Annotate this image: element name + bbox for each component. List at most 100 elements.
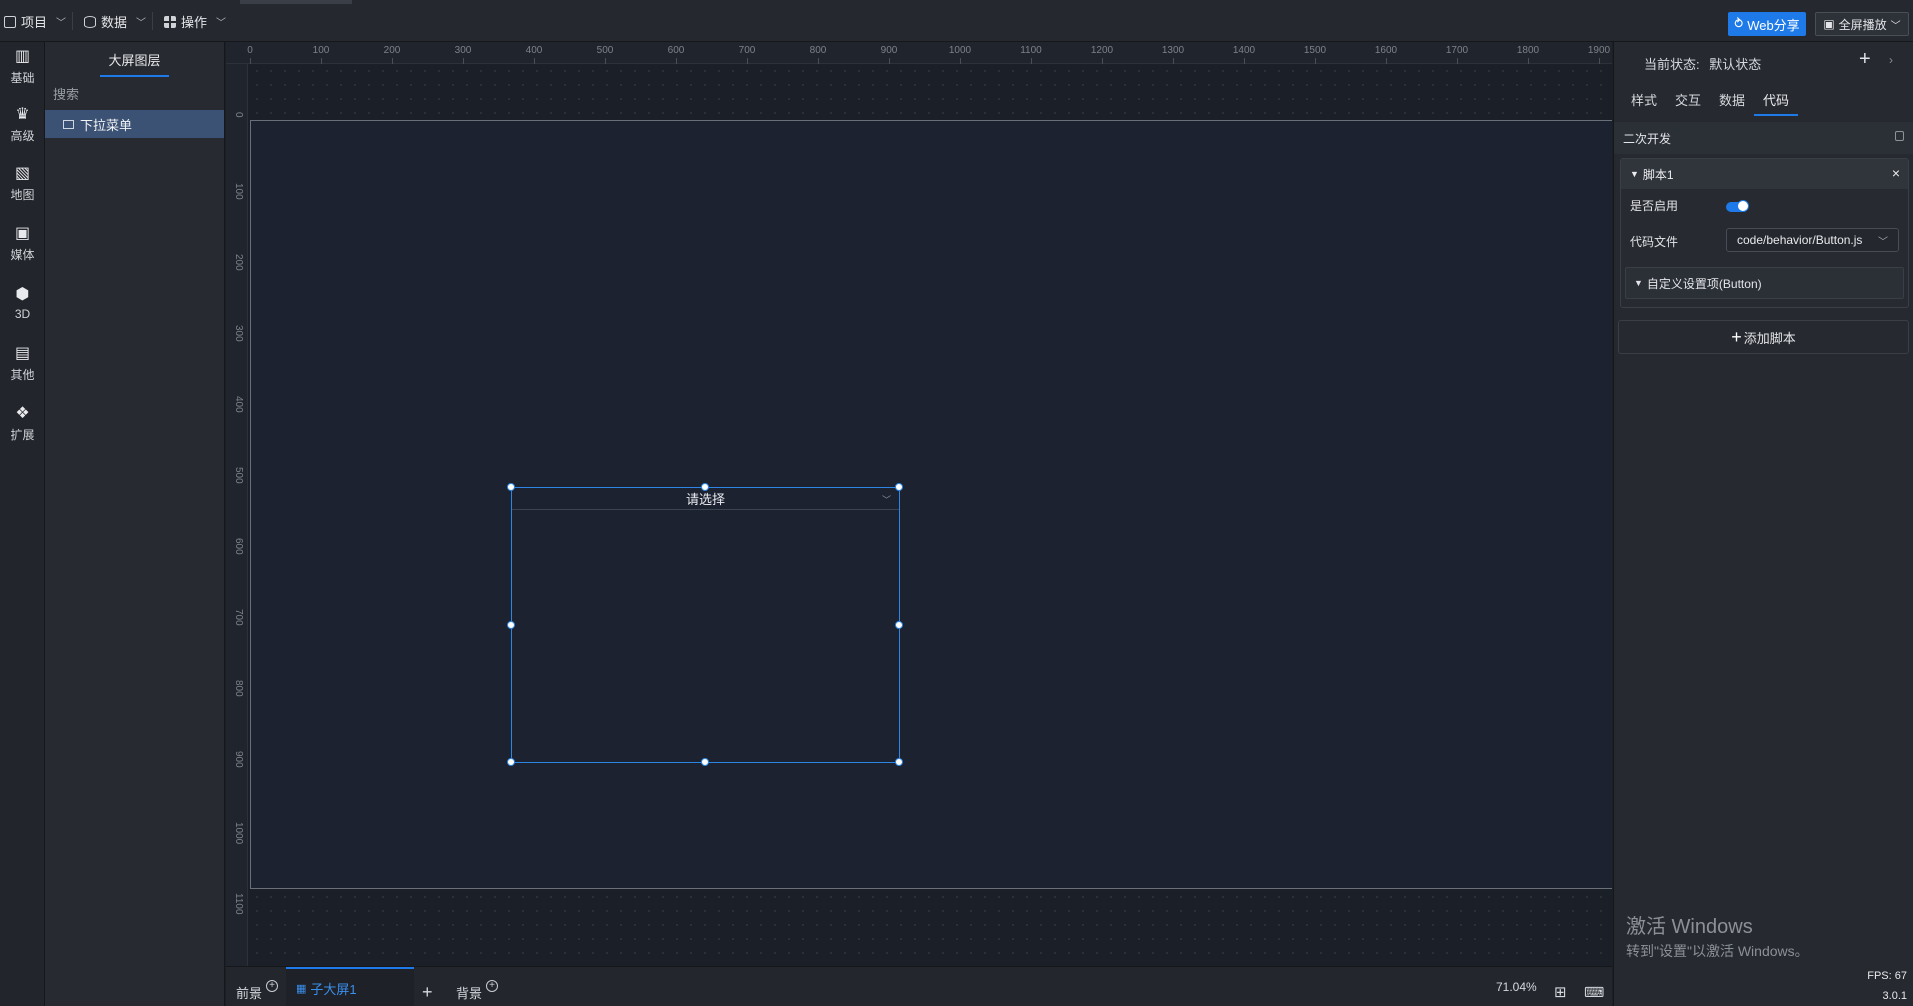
toggle-knob <box>1737 200 1749 212</box>
component-sidebar: ▥ 基础 ♛ 高级 ▧ 地图 ▣ 媒体 ⬢ 3D ▤ 其他 ❖ 扩展 <box>0 42 45 1006</box>
sidebar-item-other[interactable]: ▤ 其他 <box>0 339 45 389</box>
ruler-tick-label: 900 <box>233 751 244 768</box>
tab-background[interactable]: 背景 + <box>456 977 499 1006</box>
ruler-tick-label: 900 <box>880 45 898 56</box>
sidebar-item-label: 扩展 <box>10 428 35 442</box>
lock-icon[interactable] <box>1895 131 1904 141</box>
resize-handle-top-right[interactable] <box>895 483 903 491</box>
keyboard-button[interactable]: ⌨ <box>1584 977 1604 1006</box>
ruler-tick <box>1031 58 1032 64</box>
selected-dropdown-component[interactable]: 请选择 ﹀ <box>507 483 903 766</box>
crown-icon: ♛ <box>15 106 30 123</box>
current-state[interactable]: 当前状态: 默认状态 <box>1644 54 1761 73</box>
tab-code[interactable]: 代码 <box>1754 86 1799 116</box>
sidebar-item-extension[interactable]: ❖ 扩展 <box>0 399 45 449</box>
scene-tabs-bar: 前景 + ▦ 子大屏1 + 背景 + 71.04% ⊞ ⌨ <box>226 966 1612 1006</box>
resize-handle-top[interactable] <box>701 483 709 491</box>
media-icon: ▣ <box>14 225 31 242</box>
code-file-select[interactable]: code/behavior/Button.js ﹀ <box>1726 228 1899 252</box>
ruler-tick <box>960 58 961 64</box>
chevron-right-icon[interactable]: › <box>1889 53 1893 67</box>
sidebar-item-map[interactable]: ▧ 地图 <box>0 159 45 209</box>
ruler-tick-label: 1800 <box>1516 45 1540 56</box>
sidebar-item-advanced[interactable]: ♛ 高级 <box>0 100 45 150</box>
add-script-label: 添加脚本 <box>1743 330 1796 346</box>
ruler-tick <box>818 58 819 64</box>
vertical-ruler[interactable]: 0 100 200 300 400 500 600 700 800 900 1000 1100 <box>226 64 248 966</box>
resize-handle-top-left[interactable] <box>507 483 515 491</box>
tab-sub-screen[interactable]: ▦ 子大屏1 <box>286 967 414 1006</box>
tab-data[interactable]: 数据 <box>1710 86 1754 116</box>
activation-title: 激活 Windows <box>1626 916 1753 938</box>
add-script-button[interactable]: + 添加脚本 <box>1618 320 1909 354</box>
resize-handle-bottom[interactable] <box>701 758 709 766</box>
fullscreen-icon: ▣ <box>1823 17 1835 31</box>
ruler-tick-label: 800 <box>233 680 244 697</box>
screen-artboard[interactable]: 请选择 ﹀ <box>250 120 1612 889</box>
ruler-tick <box>321 58 322 64</box>
ruler-tick-label: 800 <box>809 45 827 56</box>
ruler-tick-label: 500 <box>596 45 614 56</box>
tab-foreground-label: 前景 <box>236 985 263 1001</box>
ruler-tick-label: 300 <box>233 325 244 342</box>
chevron-down-icon: ﹀ <box>881 495 891 505</box>
chevron-down-icon: ﹀ <box>136 18 147 29</box>
layer-panel-header: 大屏图层 <box>45 42 224 78</box>
resize-handle-bottom-right[interactable] <box>895 758 903 766</box>
close-icon[interactable]: × <box>1892 165 1900 181</box>
chevron-down-icon: ﹀ <box>1878 237 1888 248</box>
script-header[interactable]: ▼ 脚本1 × <box>1621 159 1908 189</box>
menu-operation[interactable]: 操作 ﹀ <box>164 12 226 31</box>
zoom-level[interactable]: 71.04% <box>1496 980 1537 994</box>
horizontal-ruler[interactable]: 0 100 200 300 400 500 600 700 800 900 1000 1100 1200… <box>226 42 1612 64</box>
add-circle-icon[interactable]: + <box>266 980 279 992</box>
dropdown-select[interactable]: 请选择 ﹀ <box>512 488 899 510</box>
ruler-tick-label: 1100 <box>233 893 244 915</box>
fullscreen-play-button[interactable]: ▣ 全屏播放 ﹀ <box>1815 12 1909 36</box>
layer-item-label: 下拉菜单 <box>80 117 133 133</box>
ruler-tick-label: 0 <box>233 112 244 118</box>
keyboard-icon: ⌨ <box>1584 983 1605 1000</box>
screen-icon: ▦ <box>296 982 307 995</box>
layer-panel-title[interactable]: 大屏图层 <box>100 44 169 77</box>
enable-toggle[interactable] <box>1726 200 1749 212</box>
resize-handle-left[interactable] <box>507 621 515 629</box>
add-screen-button[interactable]: + <box>422 977 433 1006</box>
fit-screen-button[interactable]: ⊞ <box>1554 977 1567 1006</box>
ruler-tick-label: 700 <box>233 609 244 626</box>
tab-interaction[interactable]: 交互 <box>1666 86 1710 116</box>
ruler-tick <box>1173 58 1174 64</box>
ruler-tick-label: 1400 <box>1232 45 1256 56</box>
menu-project[interactable]: 项目 ﹀ <box>4 12 66 31</box>
layer-search <box>45 78 224 110</box>
ruler-tick-label: 1000 <box>233 822 244 845</box>
tab-foreground[interactable]: 前景 + <box>236 977 279 1006</box>
layer-item-dropdown[interactable]: 下拉菜单 <box>45 110 224 138</box>
cube-icon: ⬢ <box>15 285 30 303</box>
ruler-tick-label: 1900 <box>1587 45 1611 56</box>
resize-handle-right[interactable] <box>895 621 903 629</box>
sidebar-item-basic[interactable]: ▥ 基础 <box>0 42 45 92</box>
tab-style[interactable]: 样式 <box>1622 86 1666 116</box>
sidebar-item-3d[interactable]: ⬢ 3D <box>0 278 45 328</box>
add-state-icon[interactable]: + <box>1859 48 1871 71</box>
web-share-button[interactable]: ⥁ Web分享 <box>1728 12 1806 36</box>
add-circle-icon[interactable]: + <box>486 980 499 992</box>
editor-canvas[interactable]: 0 100 200 300 400 500 600 700 800 900 1000 1100 1200… <box>226 42 1612 966</box>
ruler-tick <box>392 58 393 64</box>
secondary-dev-header: 二次开发 <box>1614 122 1913 154</box>
menu-data[interactable]: 数据 ﹀ <box>84 12 146 31</box>
top-toolbar: 项目 ﹀ 数据 ﹀ 操作 ﹀ ⥁ Web分享 ▣ 全屏播放 ﹀ <box>0 0 1913 42</box>
ruler-tick <box>1102 58 1103 64</box>
ruler-tick-label: 400 <box>233 396 244 413</box>
resize-handle-bottom-left[interactable] <box>507 758 515 766</box>
custom-settings-section[interactable]: ▼ 自定义设置项(Button) <box>1625 267 1904 299</box>
window-tab-indicator <box>240 0 352 4</box>
menu-data-label: 数据 <box>101 15 128 30</box>
layer-search-input[interactable] <box>53 86 213 102</box>
web-share-label: Web分享 <box>1747 17 1800 33</box>
version-label: 3.0.1 <box>1882 990 1907 1002</box>
fps-value: FPS: 67 <box>1867 970 1907 982</box>
ruler-tick <box>250 58 251 64</box>
sidebar-item-media[interactable]: ▣ 媒体 <box>0 219 45 269</box>
